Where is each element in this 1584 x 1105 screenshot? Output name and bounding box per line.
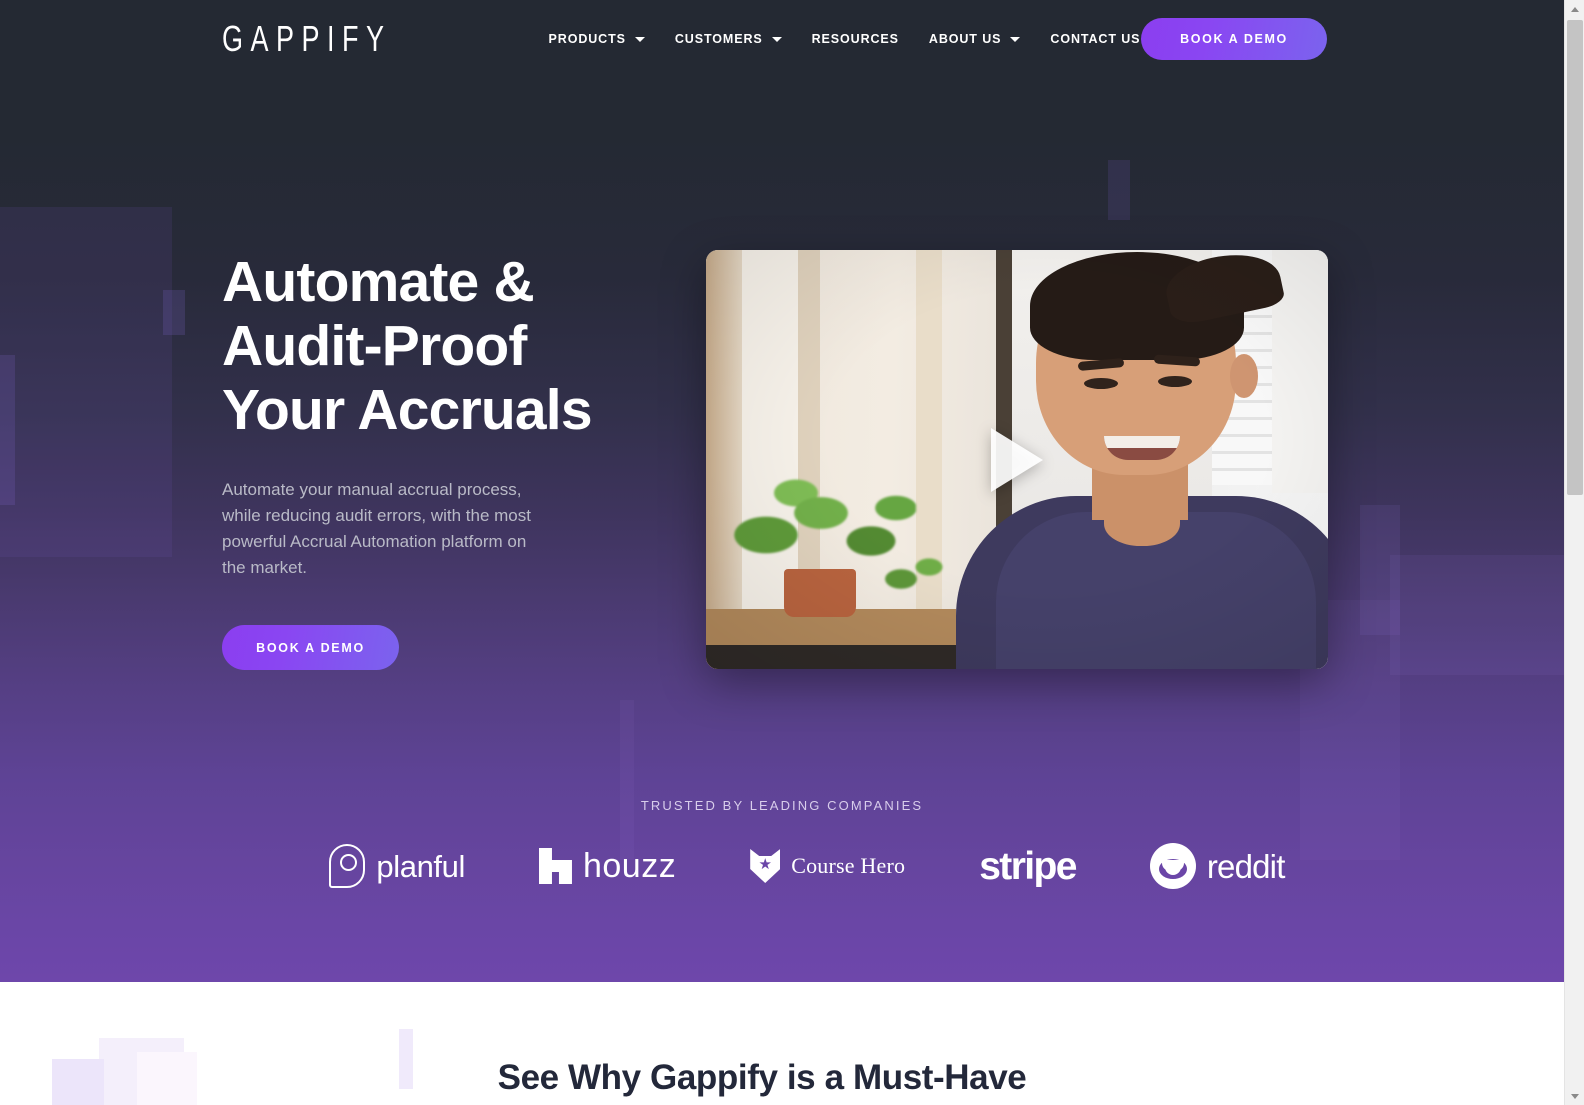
chevron-down-icon bbox=[771, 36, 782, 42]
nav-item-products[interactable]: PRODUCTS bbox=[549, 32, 645, 46]
site-logo[interactable]: GAPPIFY bbox=[222, 20, 392, 57]
page-scrollbar[interactable] bbox=[1564, 0, 1584, 1105]
chevron-down-icon bbox=[1571, 1093, 1579, 1099]
hero-title: Automate & Audit-Proof Your Accruals bbox=[222, 250, 692, 442]
hero-section: GAPPIFY PRODUCTS CUSTOMERS RESOURCES ABO… bbox=[0, 0, 1564, 982]
hero-subtitle: Automate your manual accrual process, wh… bbox=[222, 480, 531, 577]
scrollbar-up-button[interactable] bbox=[1565, 0, 1584, 18]
hero-cta-wrap: BOOK A DEMO bbox=[222, 625, 692, 670]
client-logo-label: reddit bbox=[1206, 847, 1286, 885]
scrollbar-thumb[interactable] bbox=[1567, 20, 1583, 495]
client-logo-label: houzz bbox=[582, 847, 677, 885]
nav-item-customers[interactable]: CUSTOMERS bbox=[675, 32, 782, 46]
nav-item-about-us[interactable]: ABOUT US bbox=[928, 32, 1021, 46]
main-navigation: GAPPIFY PRODUCTS CUSTOMERS RESOURCES ABO… bbox=[0, 0, 1564, 78]
chevron-down-icon bbox=[1010, 36, 1021, 42]
client-logo-row: planful houzz Course Hero stripe bbox=[0, 843, 1564, 889]
hero-text-column: Automate & Audit-Proof Your Accruals Aut… bbox=[222, 250, 692, 670]
trusted-by-section: TRUSTED BY LEADING COMPANIES planful hou… bbox=[0, 798, 1564, 889]
chevron-up-icon bbox=[1571, 6, 1579, 12]
chevron-down-icon bbox=[634, 36, 645, 42]
client-logo-label: Course Hero bbox=[791, 853, 906, 878]
course-hero-mark-icon bbox=[750, 849, 781, 883]
hero-title-line-2: Audit-Proof bbox=[222, 314, 527, 378]
hero-book-a-demo-button[interactable]: BOOK A DEMO bbox=[222, 625, 399, 670]
nav-item-label: CONTACT US bbox=[1050, 32, 1141, 46]
nav-item-resources[interactable]: RESOURCES bbox=[812, 32, 899, 46]
play-icon[interactable] bbox=[991, 427, 1043, 492]
nav-item-label: ABOUT US bbox=[928, 32, 1002, 46]
client-logo-label: planful bbox=[376, 848, 465, 884]
section-title: See Why Gappify is a Must-Have bbox=[497, 1058, 1027, 1097]
nav-item-label: PRODUCTS bbox=[548, 32, 626, 46]
hero-content: Automate & Audit-Proof Your Accruals Aut… bbox=[0, 78, 1564, 670]
nav-item-label: RESOURCES bbox=[811, 32, 899, 46]
client-logo-course-hero[interactable]: Course Hero bbox=[750, 849, 905, 883]
nav-item-label: CUSTOMERS bbox=[674, 32, 763, 46]
hero-title-line-1: Automate & bbox=[222, 250, 535, 314]
client-logo-planful[interactable]: planful bbox=[329, 844, 465, 888]
header-book-a-demo-button[interactable]: BOOK A DEMO bbox=[1141, 18, 1327, 60]
page-root: GAPPIFY PRODUCTS CUSTOMERS RESOURCES ABO… bbox=[0, 0, 1564, 1105]
client-logo-houzz[interactable]: houzz bbox=[538, 847, 677, 885]
trusted-by-label: TRUSTED BY LEADING COMPANIES bbox=[640, 798, 924, 813]
client-logo-label: stripe bbox=[979, 844, 1077, 888]
planful-mark-icon bbox=[329, 844, 366, 888]
client-logo-stripe[interactable]: stripe bbox=[979, 844, 1077, 888]
reddit-mark-icon bbox=[1149, 843, 1196, 889]
nav-item-contact-us[interactable]: CONTACT US bbox=[1050, 32, 1140, 46]
nav-links: PRODUCTS CUSTOMERS RESOURCES ABOUT US CO… bbox=[549, 32, 1141, 46]
hero-title-line-3: Your Accruals bbox=[222, 378, 593, 442]
nav-cta-wrap: BOOK A DEMO bbox=[1141, 18, 1327, 60]
must-have-section: See Why Gappify is a Must-Have bbox=[0, 982, 1564, 1105]
client-logo-reddit[interactable]: reddit bbox=[1149, 843, 1286, 889]
browser-viewport: GAPPIFY PRODUCTS CUSTOMERS RESOURCES ABO… bbox=[0, 0, 1584, 1105]
houzz-mark-icon bbox=[538, 848, 572, 884]
scrollbar-down-button[interactable] bbox=[1565, 1087, 1584, 1105]
hero-video-player[interactable] bbox=[706, 250, 1328, 669]
